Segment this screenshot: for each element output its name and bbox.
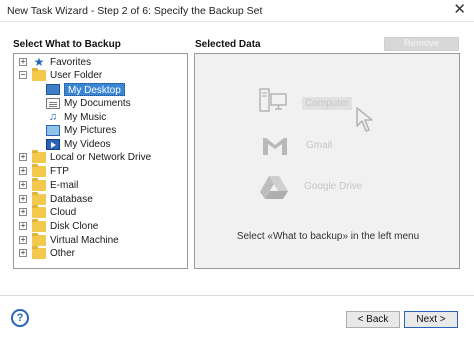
folder-icon — [32, 150, 46, 163]
tree-item-user-folder[interactable]: − User Folder — [19, 68, 103, 82]
expand-icon[interactable]: + — [19, 249, 27, 257]
folder-icon — [32, 178, 46, 191]
collapse-icon[interactable]: − — [19, 71, 27, 79]
videos-icon — [46, 139, 60, 150]
documents-icon — [46, 98, 60, 109]
tree-item-label: Virtual Machine — [50, 235, 119, 246]
expand-icon[interactable]: + — [19, 167, 27, 175]
next-button[interactable]: Next > — [404, 311, 458, 328]
tree-item-label: Disk Clone — [50, 221, 99, 232]
tree-item-cloud[interactable]: + Cloud — [19, 205, 77, 219]
selected-data-panel: Computer Gmail Google Drive Select «What… — [194, 53, 460, 269]
backup-source-tree[interactable]: + ★ Favorites − User Folder My Desktop M… — [13, 53, 188, 269]
google-drive-icon — [260, 176, 288, 199]
folder-icon — [32, 233, 46, 246]
expand-icon[interactable]: + — [19, 195, 27, 203]
tree-item-other[interactable]: + Other — [19, 246, 76, 260]
folder-icon — [32, 164, 46, 177]
title-bar: New Task Wizard - Step 2 of 6: Specify t… — [0, 0, 474, 22]
tree-item-label: User Folder — [50, 70, 103, 81]
tree-item-my-music[interactable]: ♫ My Music — [46, 111, 106, 124]
tree-item-disk-clone[interactable]: + Disk Clone — [19, 219, 99, 233]
tree-item-label: My Music — [64, 112, 107, 123]
music-icon: ♫ — [48, 111, 58, 123]
selected-data-label: Selected Data — [195, 39, 261, 50]
tree-item-favorites[interactable]: + ★ Favorites — [19, 56, 91, 69]
tree-item-label: Database — [50, 194, 93, 205]
tree-item-label: Other — [50, 248, 76, 259]
desktop-icon — [46, 84, 60, 95]
folder-icon — [32, 219, 46, 232]
computer-icon — [259, 88, 287, 112]
source-gmail-label[interactable]: Gmail — [306, 140, 332, 151]
empty-selection-hint: Select «What to backup» in the left menu — [236, 231, 420, 242]
tree-item-label: My Desktop — [64, 83, 125, 96]
back-button[interactable]: < Back — [346, 311, 400, 328]
tree-item-label: FTP — [50, 166, 69, 177]
tree-item-my-desktop[interactable]: My Desktop — [46, 83, 125, 96]
remove-button[interactable]: Remove — [384, 37, 459, 51]
star-icon: ★ — [33, 55, 45, 69]
footer-divider — [0, 295, 474, 296]
tree-item-label: My Documents — [64, 98, 131, 109]
source-computer-label[interactable]: Computer — [302, 97, 352, 110]
select-what-to-backup-label: Select What to Backup — [13, 39, 121, 50]
expand-icon[interactable]: + — [19, 208, 27, 216]
expand-icon[interactable]: + — [19, 181, 27, 189]
expand-icon[interactable]: + — [19, 236, 27, 244]
tree-item-my-videos[interactable]: My Videos — [46, 138, 111, 151]
gmail-icon — [263, 138, 287, 155]
pictures-icon — [46, 125, 60, 136]
source-google-drive-label[interactable]: Google Drive — [304, 181, 362, 192]
expand-icon[interactable]: + — [19, 222, 27, 230]
tree-item-ftp[interactable]: + FTP — [19, 164, 69, 178]
cursor-icon — [356, 107, 373, 132]
window-title: New Task Wizard - Step 2 of 6: Specify t… — [7, 5, 263, 17]
tree-item-my-pictures[interactable]: My Pictures — [46, 124, 116, 137]
expand-icon[interactable]: + — [19, 58, 27, 66]
expand-icon[interactable]: + — [19, 153, 27, 161]
tree-item-label: My Videos — [64, 139, 111, 150]
tree-item-label: Cloud — [50, 207, 77, 218]
tree-item-label: E-mail — [50, 180, 79, 191]
tree-item-database[interactable]: + Database — [19, 192, 93, 206]
folder-icon — [32, 192, 46, 205]
folder-icon — [32, 205, 46, 218]
tree-item-my-documents[interactable]: My Documents — [46, 97, 131, 110]
tree-item-e-mail[interactable]: + E-mail — [19, 178, 79, 192]
tree-item-local-or-network-drive[interactable]: + Local or Network Drive — [19, 150, 152, 164]
tree-item-label: Favorites — [50, 57, 92, 68]
close-icon[interactable]: ✕ — [453, 2, 466, 18]
folder-icon — [32, 246, 46, 259]
folder-icon — [32, 68, 46, 81]
tree-item-label: My Pictures — [64, 125, 117, 136]
help-icon[interactable]: ? — [11, 309, 29, 327]
tree-item-label: Local or Network Drive — [50, 152, 152, 163]
